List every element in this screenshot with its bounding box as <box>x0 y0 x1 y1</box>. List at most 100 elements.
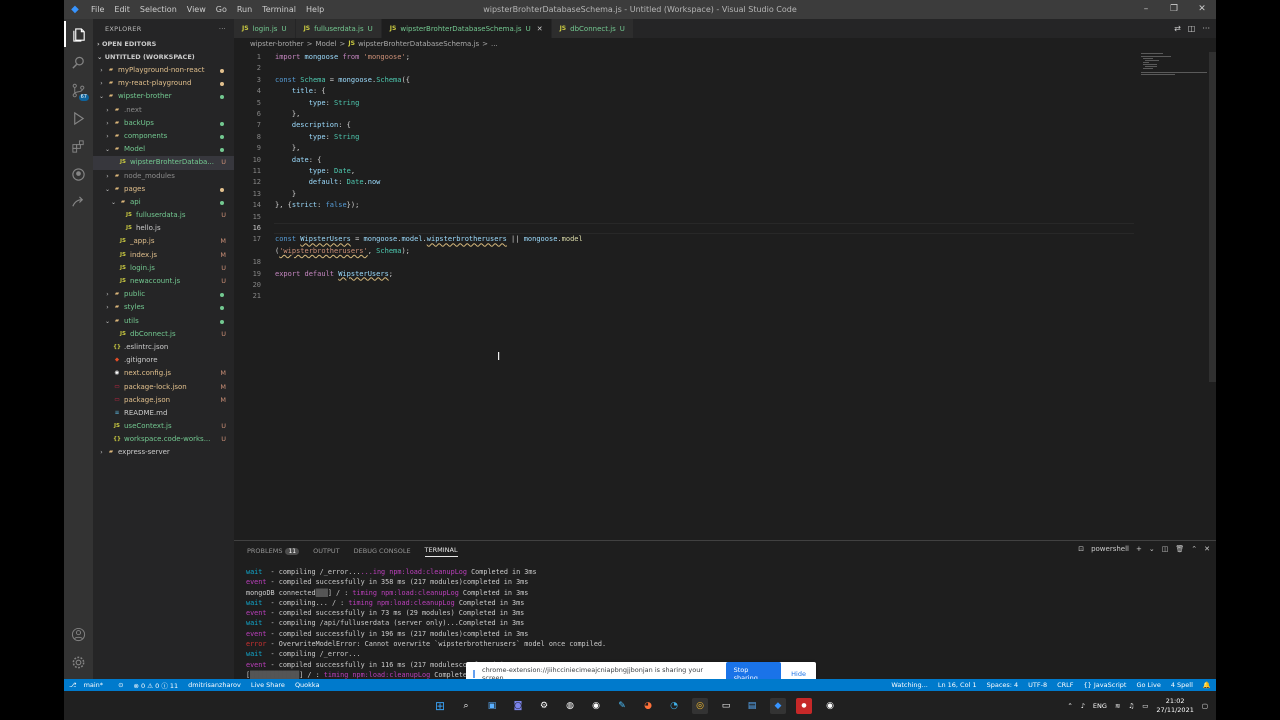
menu-file[interactable]: File <box>86 0 109 19</box>
more-actions-icon[interactable]: ··· <box>219 25 226 33</box>
tree-folder[interactable]: › ▰ node_modules <box>93 170 234 183</box>
code-line[interactable]: 3 const Schema = mongoose.Schema({ <box>234 75 410 86</box>
tree-file[interactable]: {} workspace.code-works... U <box>93 433 234 446</box>
indentation[interactable]: Spaces: 4 <box>982 681 1024 689</box>
tree-folder[interactable]: › ▰ components <box>93 130 234 143</box>
live-share-status[interactable]: Live Share <box>246 681 290 689</box>
code-line[interactable]: 11 type: Date, <box>234 166 356 177</box>
spell-status[interactable]: 4 Spell <box>1166 681 1198 689</box>
code-line[interactable]: 13 } <box>234 189 297 200</box>
notification-center-icon[interactable]: ▢ <box>1202 702 1208 710</box>
code-line[interactable]: 8 type: String <box>234 132 360 143</box>
clock[interactable]: 21:02 27/11/2021 <box>1156 697 1193 715</box>
sync-icon[interactable]: ⊙ <box>113 681 128 689</box>
remote-desktop-icon[interactable]: ▤ <box>744 698 760 714</box>
maximize-panel-icon[interactable]: ⌃ <box>1191 545 1197 553</box>
search-icon[interactable] <box>64 49 93 75</box>
volume-icon[interactable]: ♫ <box>1128 702 1134 710</box>
code-line[interactable]: 5 type: String <box>234 98 360 109</box>
tree-folder[interactable]: ⌄ ▰ pages <box>93 183 234 196</box>
menu-go[interactable]: Go <box>211 0 232 19</box>
notifications-icon[interactable]: 🔔 <box>1198 681 1216 689</box>
tree-file[interactable]: JS dbConnect.js U <box>93 328 234 341</box>
restore-icon[interactable]: ❐ <box>1160 0 1188 19</box>
editor-tab[interactable]: JS fulluserdata.js U <box>295 19 382 38</box>
wifi-icon[interactable]: ≋ <box>1115 702 1120 710</box>
shell-selector[interactable]: powershell <box>1091 545 1129 553</box>
app-feather-icon[interactable]: ✎ <box>614 698 630 714</box>
code-line[interactable]: 10 date: { <box>234 155 322 166</box>
new-terminal-icon[interactable]: + <box>1136 545 1142 553</box>
tree-file[interactable]: JS newaccount.js U <box>93 275 234 288</box>
tree-file[interactable]: ▭ package-lock.json M <box>93 381 234 394</box>
editor-tab[interactable]: JS login.js U <box>234 19 296 38</box>
split-terminal-icon[interactable]: ◫ <box>1162 545 1169 553</box>
code-line[interactable]: 15 <box>234 212 275 223</box>
tree-folder[interactable]: ⌄ ▰ wipster-brother <box>93 90 234 103</box>
code-line[interactable]: 6 }, <box>234 109 301 120</box>
menu-edit[interactable]: Edit <box>109 0 135 19</box>
code-line[interactable]: ('wipsterbrotherusers', Schema); <box>234 246 410 257</box>
chrome-icon[interactable]: ◎ <box>692 697 708 714</box>
tree-file[interactable]: JS hello.js <box>93 222 234 235</box>
terminal-app-icon[interactable]: ▭ <box>718 698 734 714</box>
tree-folder[interactable]: ⌄ ▰ api <box>93 196 234 209</box>
menu-help[interactable]: Help <box>301 0 329 19</box>
run-debug-icon[interactable] <box>64 105 93 131</box>
firefox-icon[interactable]: ◕ <box>640 698 656 714</box>
edge-icon[interactable]: ◔ <box>666 698 682 714</box>
code-line[interactable]: 19 export default WipsterUsers; <box>234 269 393 280</box>
tree-folder[interactable]: › ▰ public <box>93 288 234 301</box>
explorer-icon[interactable] <box>64 21 93 47</box>
menu-selection[interactable]: Selection <box>135 0 182 19</box>
tree-file[interactable]: ◉ next.config.js M <box>93 367 234 380</box>
tree-file[interactable]: JS login.js U <box>93 262 234 275</box>
code-line[interactable]: 7 description: { <box>234 120 351 131</box>
tree-file[interactable]: ▭ package.json M <box>93 394 234 407</box>
cursor-position[interactable]: Ln 16, Col 1 <box>933 681 982 689</box>
task-view-icon[interactable]: ▣ <box>484 698 500 714</box>
tree-file[interactable]: JS fulluserdata.js U <box>93 209 234 222</box>
live-share-icon[interactable] <box>64 189 93 215</box>
app-icon[interactable]: ◉ <box>588 698 604 714</box>
settings-gear-icon[interactable] <box>64 649 93 675</box>
code-line[interactable]: 12 default: Date.now <box>234 177 381 188</box>
more-icon[interactable]: ··· <box>1202 24 1210 33</box>
code-line[interactable]: 4 title: { <box>234 86 326 97</box>
chrome-alt-icon[interactable]: ◍ <box>562 698 578 714</box>
tree-folder[interactable]: › ▰ styles <box>93 301 234 314</box>
teams-chat-icon[interactable]: ◙ <box>510 698 526 714</box>
quokka-status[interactable]: Quokka <box>290 681 325 689</box>
chevron-down-icon[interactable]: ⌄ <box>1149 545 1155 553</box>
code-line[interactable]: 14}, {strict: false}); <box>234 200 360 211</box>
extensions-icon[interactable] <box>64 133 93 159</box>
hide-button[interactable]: Hide <box>787 670 810 678</box>
menu-run[interactable]: Run <box>232 0 257 19</box>
split-editor-icon[interactable]: ◫ <box>1188 24 1196 33</box>
tree-folder[interactable]: › ▰ .next <box>93 104 234 117</box>
breadcrumb-item[interactable]: ... <box>491 40 498 52</box>
tree-folder[interactable]: › ▰ myPlayground-non-react <box>93 64 234 77</box>
account-icon[interactable] <box>64 621 93 647</box>
code-line[interactable]: 9 }, <box>234 143 301 154</box>
breadcrumb-item[interactable]: Model <box>315 40 336 52</box>
vscode-taskbar-icon[interactable]: ◆ <box>770 697 786 714</box>
tab-terminal[interactable]: TERMINAL <box>424 546 458 557</box>
code-line[interactable]: 1 import mongoose from 'mongoose'; <box>234 52 414 63</box>
tree-file[interactable]: {} .eslintrc.json <box>93 341 234 354</box>
settings-icon[interactable]: ⚙ <box>536 698 552 714</box>
tree-file[interactable]: JS wipsterBrohterDataba... U <box>93 156 234 170</box>
recording-app-icon[interactable]: ● <box>796 697 812 714</box>
menu-view[interactable]: View <box>182 0 211 19</box>
source-control-icon[interactable]: 67 <box>64 77 93 103</box>
chevron-up-icon[interactable]: ⌃ <box>1067 702 1072 710</box>
workspace-section[interactable]: ⌄ UNTITLED (WORKSPACE) <box>93 51 234 64</box>
tab-debug-console[interactable]: DEBUG CONSOLE <box>354 547 411 555</box>
start-icon[interactable]: ⊞ <box>432 698 448 714</box>
go-live-button[interactable]: Go Live <box>1131 681 1165 689</box>
language-indicator[interactable]: ENG <box>1093 702 1107 710</box>
editor-tab[interactable]: JS wipsterBrohterDatabaseSchema.js U ✕ <box>381 19 552 38</box>
menu-terminal[interactable]: Terminal <box>257 0 301 19</box>
close-icon[interactable]: ✕ <box>1188 0 1216 19</box>
tree-file[interactable]: JS index.js M <box>93 249 234 262</box>
